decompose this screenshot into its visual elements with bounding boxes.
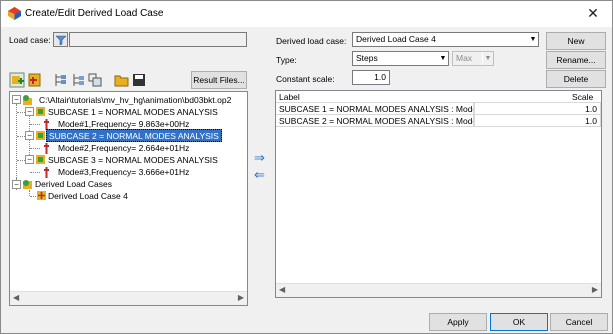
scroll-left-icon[interactable]: ◀ bbox=[13, 293, 19, 302]
subcase-icon bbox=[36, 155, 45, 164]
derived-load-case-label: Derived load case: bbox=[276, 36, 347, 46]
derived-group-icon bbox=[23, 180, 32, 189]
tree-derived-case[interactable]: Derived Load Case 4 bbox=[48, 190, 128, 202]
tree-subcase-3[interactable]: SUBCASE 3 = NORMAL MODES ANALYSIS bbox=[48, 154, 218, 166]
column-header-label[interactable]: Label bbox=[279, 92, 300, 102]
mode-icon bbox=[44, 143, 49, 154]
tree-root-file[interactable]: C:\Altair\tutorials\mv_hv_hg\animation\b… bbox=[39, 94, 231, 106]
table-horizontal-scrollbar[interactable]: ◀ ▶ bbox=[276, 283, 601, 297]
collapse-toggle[interactable]: − bbox=[25, 131, 34, 140]
subcase-icon bbox=[36, 107, 45, 116]
remove-arrow-icon[interactable]: ⇐ bbox=[254, 167, 265, 183]
collapse-toggle[interactable]: − bbox=[25, 107, 34, 116]
type-select[interactable]: Steps ▼ bbox=[352, 51, 449, 66]
max-select-disabled: Max ▼ bbox=[452, 51, 494, 66]
constant-scale-label: Constant scale: bbox=[276, 74, 335, 84]
new-button[interactable]: New bbox=[546, 32, 606, 50]
scroll-left-icon[interactable]: ◀ bbox=[279, 285, 285, 294]
close-icon[interactable]: ✕ bbox=[584, 5, 602, 22]
derived-load-case-select[interactable]: Derived Load Case 4 ▼ bbox=[352, 32, 539, 47]
add-derived-icon[interactable] bbox=[27, 72, 43, 88]
collapse-toggle[interactable]: − bbox=[12, 180, 21, 189]
rename-button[interactable]: Rename... bbox=[546, 51, 606, 69]
tree-subcase-2-selected[interactable]: SUBCASE 2 = NORMAL MODES ANALYSIS bbox=[46, 129, 222, 142]
collapse-toggle[interactable]: − bbox=[25, 155, 34, 164]
filter-icon bbox=[56, 35, 66, 45]
dialog-window: Create/Edit Derived Load Case ✕ Load cas… bbox=[0, 0, 613, 334]
max-value: Max bbox=[456, 53, 473, 63]
column-header-scale[interactable]: Scale bbox=[572, 92, 593, 102]
tree-mode-2[interactable]: Mode#2,Frequency= 2.664e+01Hz bbox=[58, 142, 189, 154]
type-value: Steps bbox=[356, 53, 378, 63]
load-case-input[interactable] bbox=[69, 32, 247, 47]
tree-derived-group[interactable]: Derived Load Cases bbox=[35, 178, 112, 190]
add-arrow-icon[interactable]: ⇒ bbox=[254, 150, 265, 166]
ok-button[interactable]: OK bbox=[490, 313, 548, 331]
table-row-label[interactable]: SUBCASE 2 = NORMAL MODES ANALYSIS : Mode… bbox=[276, 115, 474, 127]
table-row-scale[interactable]: 1.0 bbox=[474, 115, 601, 127]
cancel-button[interactable]: Cancel bbox=[550, 313, 608, 331]
delete-button[interactable]: Delete bbox=[546, 70, 606, 88]
result-file-icon bbox=[23, 95, 32, 105]
constant-scale-input[interactable]: 1.0 bbox=[352, 70, 390, 85]
result-files-button[interactable]: Result Files... bbox=[191, 71, 247, 89]
tree-subcase-1[interactable]: SUBCASE 1 = NORMAL MODES ANALYSIS bbox=[48, 106, 218, 118]
open-folder-icon[interactable] bbox=[114, 72, 130, 88]
filter-button[interactable] bbox=[53, 32, 68, 47]
mode-icon bbox=[44, 167, 49, 178]
dropdown-arrow-icon: ▼ bbox=[482, 52, 493, 65]
expand-all-icon[interactable] bbox=[53, 72, 69, 88]
type-label: Type: bbox=[276, 55, 297, 65]
table-row-scale[interactable]: 1.0 bbox=[474, 103, 601, 115]
window-title: Create/Edit Derived Load Case bbox=[25, 8, 164, 19]
dropdown-arrow-icon[interactable]: ▼ bbox=[437, 52, 448, 65]
collapse-all-icon[interactable] bbox=[70, 72, 86, 88]
tree-options-icon[interactable] bbox=[87, 72, 103, 88]
load-case-label: Load case: bbox=[9, 35, 51, 45]
dropdown-arrow-icon[interactable]: ▼ bbox=[527, 33, 538, 46]
save-icon[interactable] bbox=[131, 72, 147, 88]
table-row-label[interactable]: SUBCASE 1 = NORMAL MODES ANALYSIS : Mode… bbox=[276, 103, 474, 115]
expand-add-icon[interactable] bbox=[9, 72, 25, 88]
collapse-toggle[interactable]: − bbox=[12, 95, 21, 104]
load-case-tree: − C:\Altair\tutorials\mv_hv_hg\animation… bbox=[9, 91, 248, 306]
app-logo-icon bbox=[8, 7, 21, 20]
subcase-icon bbox=[36, 131, 45, 140]
horizontal-scrollbar[interactable]: ◀ ▶ bbox=[10, 291, 247, 305]
scroll-right-icon[interactable]: ▶ bbox=[592, 285, 598, 294]
derived-case-icon bbox=[37, 191, 46, 200]
scroll-right-icon[interactable]: ▶ bbox=[238, 293, 244, 302]
derived-load-case-value: Derived Load Case 4 bbox=[356, 34, 436, 44]
apply-button[interactable]: Apply bbox=[429, 313, 487, 331]
tree-mode-3[interactable]: Mode#3,Frequency= 3.666e+01Hz bbox=[58, 166, 189, 178]
title-bar: Create/Edit Derived Load Case ✕ bbox=[1, 1, 612, 27]
